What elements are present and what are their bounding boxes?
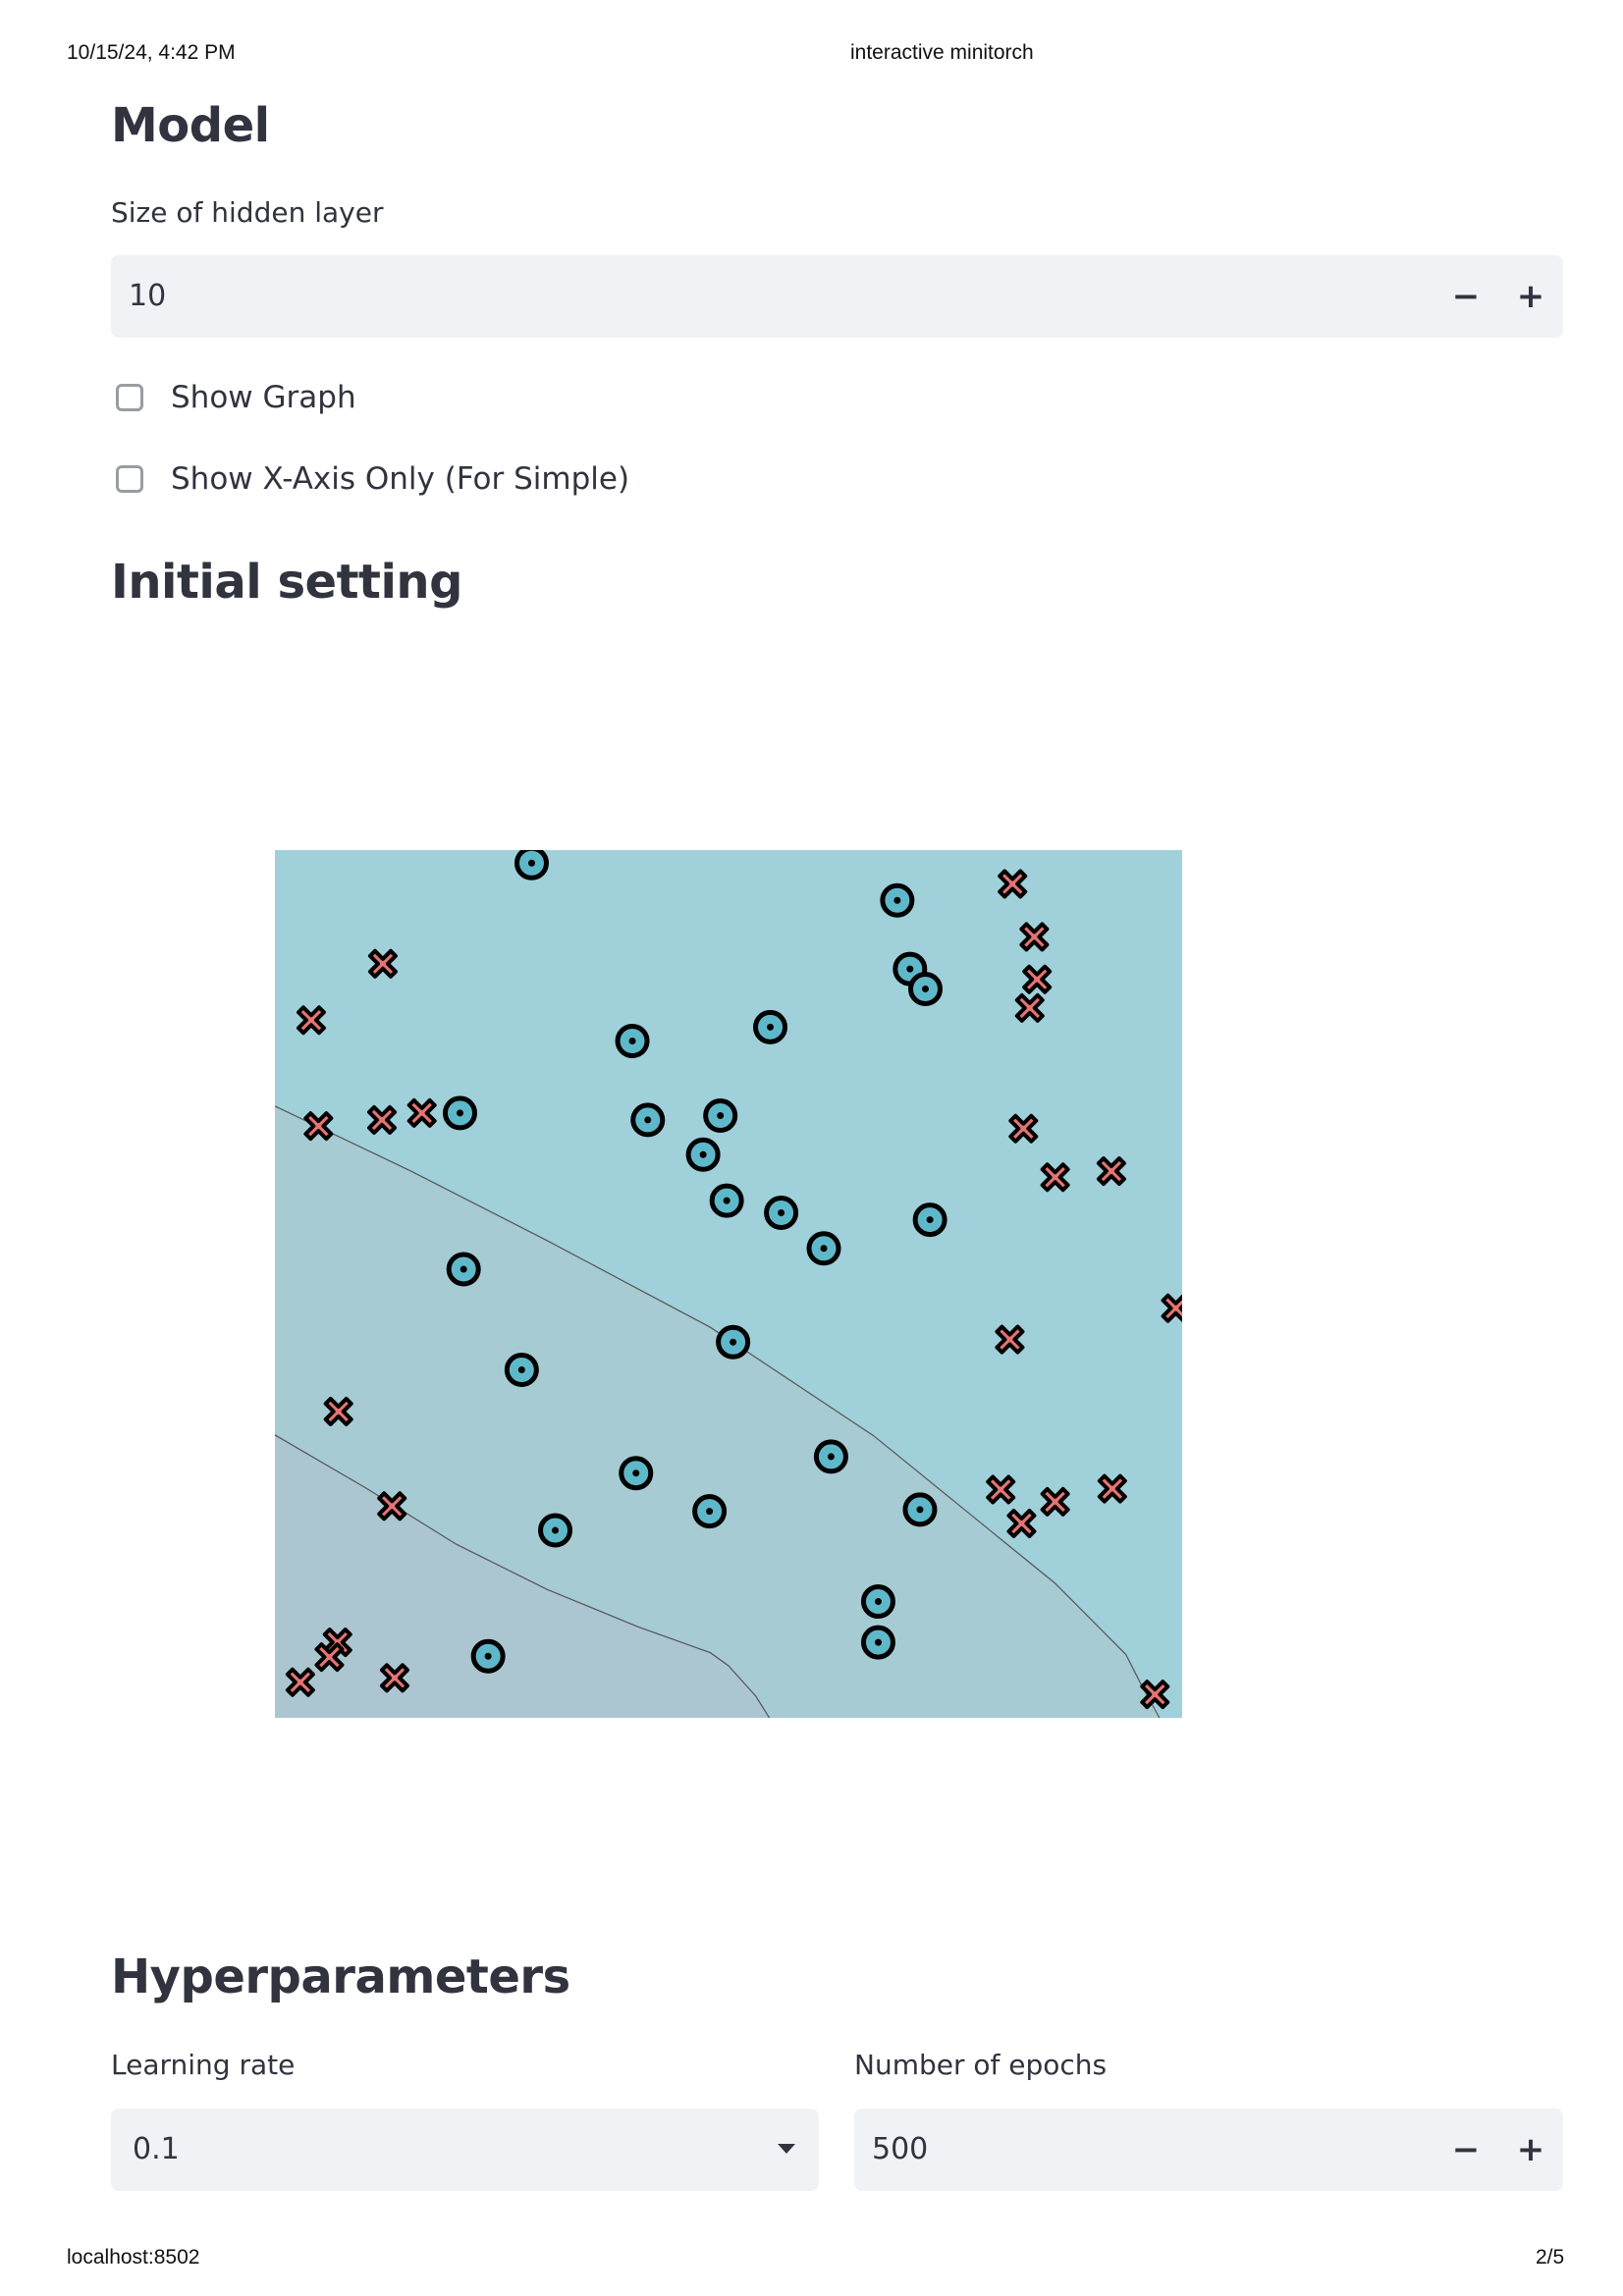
hidden-layer-input[interactable]: 10 − + xyxy=(111,255,1563,338)
circle-point xyxy=(692,1494,728,1529)
circle-marker-dot xyxy=(699,1150,707,1158)
circle-marker-dot xyxy=(632,1469,640,1477)
circle-point xyxy=(446,1252,481,1287)
decision-boundary-plot xyxy=(274,850,1182,1719)
circle-marker-dot xyxy=(916,1506,924,1514)
circle-marker-dot xyxy=(460,1265,467,1273)
learning-rate-select[interactable]: 0.1 xyxy=(111,2109,819,2191)
initial-setting-heading: Initial setting xyxy=(111,555,462,610)
circle-marker-dot xyxy=(456,1109,463,1117)
circle-point xyxy=(860,1584,895,1620)
circle-marker-dot xyxy=(893,896,901,904)
circle-marker-dot xyxy=(717,1112,725,1120)
circle-point xyxy=(504,1353,539,1388)
circle-marker-dot xyxy=(874,1638,882,1646)
circle-marker-dot xyxy=(820,1245,828,1253)
circle-marker-dot xyxy=(926,1216,934,1224)
show-xaxis-label: Show X-Axis Only (For Simple) xyxy=(171,461,630,497)
circle-marker-dot xyxy=(922,985,930,992)
circle-marker-dot xyxy=(517,1366,525,1374)
hidden-layer-label: Size of hidden layer xyxy=(111,196,384,229)
circle-point xyxy=(716,1324,751,1360)
print-url: localhost:8502 xyxy=(67,2246,200,2269)
epochs-value[interactable]: 500 xyxy=(872,2132,928,2166)
hidden-layer-decrement-button[interactable]: − xyxy=(1434,255,1498,338)
circle-point xyxy=(470,1638,506,1674)
learning-rate-label: Learning rate xyxy=(111,2049,296,2081)
circle-marker-dot xyxy=(874,1598,882,1606)
circle-point xyxy=(514,850,549,881)
epochs-increment-button[interactable]: + xyxy=(1498,2109,1563,2191)
circle-point xyxy=(908,971,944,1006)
circle-point xyxy=(806,1231,841,1266)
circle-marker-dot xyxy=(552,1526,560,1534)
print-page-number: 2/5 xyxy=(1536,2246,1565,2269)
circle-point xyxy=(442,1095,477,1131)
hyperparameters-heading: Hyperparameters xyxy=(111,1949,570,2004)
circle-point xyxy=(902,1492,938,1527)
circle-marker-dot xyxy=(730,1338,737,1346)
hidden-layer-increment-button[interactable]: + xyxy=(1498,255,1563,338)
circle-marker-dot xyxy=(527,859,535,867)
circle-point xyxy=(619,1456,654,1491)
circle-marker-dot xyxy=(644,1116,652,1124)
circle-point xyxy=(860,1625,895,1660)
show-graph-checkbox[interactable]: Show Graph xyxy=(116,380,356,415)
circle-marker-dot xyxy=(706,1508,714,1516)
circle-marker-dot xyxy=(778,1209,785,1217)
hidden-layer-value[interactable]: 10 xyxy=(129,279,166,313)
circle-marker-dot xyxy=(827,1453,835,1461)
model-heading: Model xyxy=(111,98,270,153)
circle-point xyxy=(880,882,915,918)
circle-point xyxy=(615,1023,650,1058)
circle-point xyxy=(538,1513,573,1548)
circle-point xyxy=(753,1009,788,1044)
epochs-label: Number of epochs xyxy=(854,2049,1108,2081)
circle-point xyxy=(764,1196,799,1231)
show-graph-box[interactable] xyxy=(116,384,143,411)
circle-marker-dot xyxy=(484,1652,492,1660)
show-graph-label: Show Graph xyxy=(171,380,356,415)
circle-marker-dot xyxy=(628,1037,636,1044)
show-xaxis-box[interactable] xyxy=(116,465,143,493)
print-datetime: 10/15/24, 4:42 PM xyxy=(67,41,236,64)
circle-marker-dot xyxy=(723,1197,730,1204)
circle-marker-dot xyxy=(767,1023,775,1031)
circle-point xyxy=(630,1102,666,1138)
show-xaxis-checkbox[interactable]: Show X-Axis Only (For Simple) xyxy=(116,461,629,497)
circle-marker-dot xyxy=(906,965,914,973)
circle-point xyxy=(685,1137,721,1172)
epochs-decrement-button[interactable]: − xyxy=(1434,2109,1498,2191)
circle-point xyxy=(703,1098,738,1134)
learning-rate-value: 0.1 xyxy=(133,2132,180,2166)
circle-point xyxy=(709,1183,744,1218)
chevron-down-icon[interactable] xyxy=(778,2144,795,2154)
circle-point xyxy=(813,1439,848,1474)
print-title: interactive minitorch xyxy=(850,41,1034,64)
epochs-input[interactable]: 500 − + xyxy=(854,2109,1563,2191)
circle-point xyxy=(912,1202,947,1238)
